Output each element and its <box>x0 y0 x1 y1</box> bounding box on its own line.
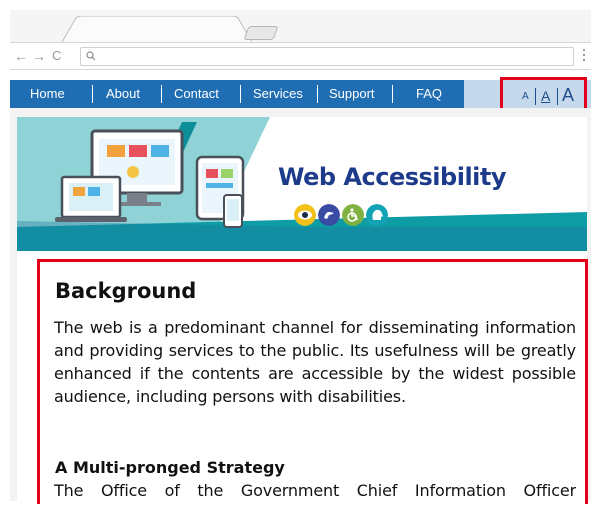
reload-icon[interactable]: C <box>52 48 61 64</box>
browser-chrome: ← → C <box>10 10 591 70</box>
eye-icon <box>294 204 316 226</box>
browser-menu-icon[interactable] <box>583 49 587 63</box>
nav-divider <box>92 85 93 103</box>
new-tab-button[interactable] <box>243 26 279 40</box>
nav-contact[interactable]: Contact <box>174 80 219 108</box>
strategy-heading: A Multi-pronged Strategy <box>55 458 285 477</box>
background-heading: Background <box>55 279 197 303</box>
back-arrow-icon[interactable]: ← <box>14 48 28 64</box>
browser-tab[interactable] <box>62 16 252 42</box>
head-icon <box>366 204 388 226</box>
nav-support[interactable]: Support <box>329 80 375 108</box>
banner-title: Web Accessibility <box>278 163 507 191</box>
browser-toolbar: ← → C <box>10 42 591 70</box>
nav-divider <box>317 85 318 103</box>
search-icon <box>86 51 96 61</box>
nav-divider <box>240 85 241 103</box>
sign-language-icon <box>318 204 340 226</box>
forward-arrow-icon[interactable]: → <box>32 48 46 64</box>
nav-services[interactable]: Services <box>253 80 303 108</box>
nav-about[interactable]: About <box>106 80 140 108</box>
nav-divider <box>392 85 393 103</box>
nav-home[interactable]: Home <box>30 80 65 108</box>
nav-divider <box>161 85 162 103</box>
strategy-paragraph: The Office of the Government Chief Infor… <box>54 481 576 500</box>
wheelchair-icon <box>342 204 364 226</box>
background-paragraph: The web is a predominant channel for dis… <box>54 318 576 406</box>
tab-strip <box>10 10 591 42</box>
nav-faq[interactable]: FAQ <box>416 80 442 108</box>
address-bar[interactable] <box>80 47 574 66</box>
